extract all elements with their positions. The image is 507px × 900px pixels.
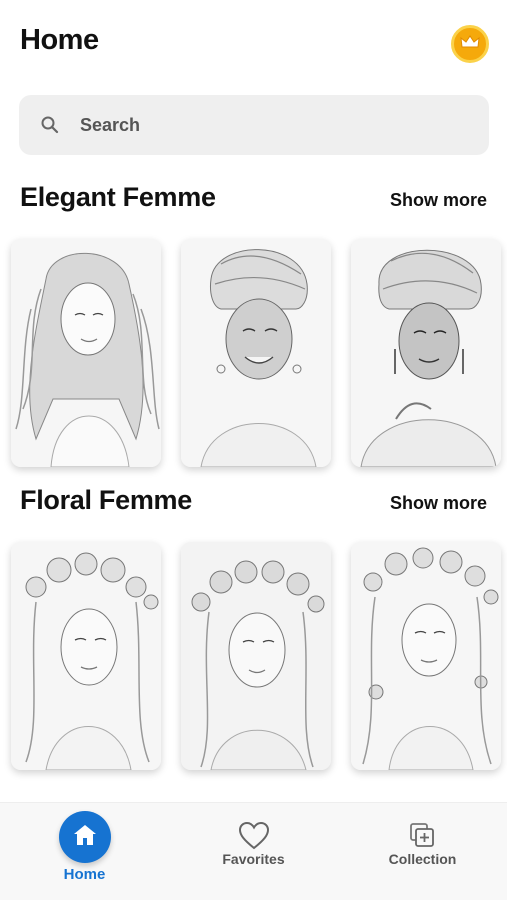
search-icon bbox=[39, 114, 61, 136]
nav-item-favorites[interactable]: Favorites bbox=[169, 803, 338, 900]
coloring-card[interactable] bbox=[11, 542, 161, 770]
portrait-sketch-image bbox=[351, 239, 501, 467]
crown-icon bbox=[460, 34, 480, 55]
section-title-floral-femme: Floral Femme bbox=[20, 485, 192, 515]
section-title-elegant-femme: Elegant Femme bbox=[20, 182, 216, 212]
search-placeholder: Search bbox=[80, 114, 141, 135]
nav-label-home: Home bbox=[63, 866, 106, 883]
portrait-sketch-image bbox=[351, 542, 501, 770]
home-icon bbox=[72, 823, 98, 852]
collection-icon bbox=[407, 821, 439, 851]
coloring-card[interactable] bbox=[181, 542, 331, 770]
coloring-card[interactable] bbox=[11, 239, 161, 467]
portrait-sketch-image bbox=[181, 542, 331, 770]
show-more-floral-femme[interactable]: Show more bbox=[390, 493, 487, 514]
nav-item-collection[interactable]: Collection bbox=[338, 803, 507, 900]
page-title: Home bbox=[20, 24, 99, 56]
search-bar[interactable]: Search bbox=[19, 95, 489, 155]
card-row-floral-femme bbox=[0, 542, 507, 772]
premium-button[interactable] bbox=[451, 25, 489, 63]
app-header: Home bbox=[0, 0, 507, 90]
portrait-sketch-image bbox=[11, 542, 161, 770]
nav-label-favorites: Favorites bbox=[222, 851, 285, 867]
card-row-elegant-femme bbox=[0, 239, 507, 469]
nav-label-collection: Collection bbox=[388, 851, 457, 867]
coloring-card[interactable] bbox=[351, 239, 501, 467]
heart-icon bbox=[238, 821, 270, 851]
nav-item-home[interactable]: Home bbox=[0, 803, 169, 900]
home-icon-button[interactable] bbox=[59, 811, 111, 863]
show-more-elegant-femme[interactable]: Show more bbox=[390, 190, 487, 211]
section-title-partial bbox=[20, 790, 300, 802]
portrait-sketch-image bbox=[181, 239, 331, 467]
portrait-sketch-image bbox=[11, 239, 161, 467]
coloring-card[interactable] bbox=[181, 239, 331, 467]
coloring-card[interactable] bbox=[351, 542, 501, 770]
bottom-nav: Home Favorites Collection bbox=[0, 802, 507, 900]
